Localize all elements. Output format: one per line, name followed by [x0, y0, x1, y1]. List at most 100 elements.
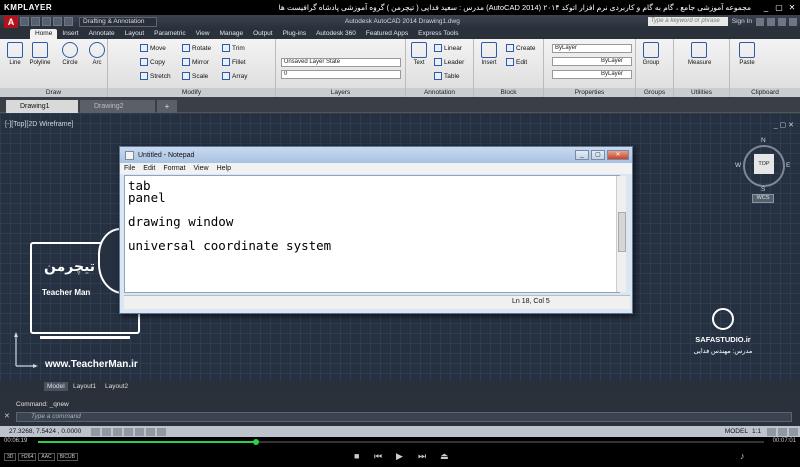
polyline-tool-button[interactable]: Polyline [29, 42, 51, 66]
seek-bar[interactable] [38, 439, 764, 445]
leader-button[interactable]: Leader [434, 57, 464, 67]
wcs-menu[interactable]: WCS [752, 194, 774, 203]
doc-tab-drawing2[interactable]: Drawing2 [80, 100, 155, 113]
tab-layout2[interactable]: Layout2 [102, 382, 131, 391]
menu-edit[interactable]: Edit [143, 165, 155, 172]
seek-handle[interactable] [252, 439, 259, 445]
tab-layout[interactable]: Layout [120, 29, 150, 39]
tab-output[interactable]: Output [248, 29, 278, 39]
scrollbar-thumb[interactable] [618, 212, 626, 252]
volume-icon[interactable]: ♪ [740, 451, 745, 461]
notepad-close-button[interactable]: ✕ [607, 150, 629, 160]
save-icon[interactable] [42, 17, 51, 26]
tab-autodesk-360[interactable]: Autodesk 360 [311, 29, 361, 39]
previous-icon[interactable]: ⏮ [374, 451, 382, 462]
layer-state-dropdown[interactable]: Unsaved Layer State [281, 58, 401, 67]
window-minimize-icon[interactable] [778, 17, 786, 26]
groups-panel-title[interactable]: Groups [636, 88, 673, 97]
viewport-controls[interactable]: [-][Top][2D Wireframe] [5, 121, 73, 128]
ortho-icon[interactable] [113, 427, 122, 436]
workspace-dropdown[interactable]: Drafting & Annotation [79, 16, 157, 27]
line-tool-button[interactable]: Line [4, 42, 26, 66]
eject-icon[interactable]: ⏏ [440, 451, 449, 462]
command-close-icon[interactable]: ✕ [4, 412, 10, 420]
trim-button[interactable]: Trim [222, 43, 245, 53]
tab-model[interactable]: Model [44, 382, 68, 391]
model-space-button[interactable]: MODEL [725, 428, 748, 435]
snap-icon[interactable] [91, 427, 100, 436]
block-panel-title[interactable]: Block [474, 88, 543, 97]
tab-view[interactable]: View [191, 29, 215, 39]
modify-panel-title[interactable]: Modify [108, 88, 275, 97]
notepad-maximize-button[interactable]: ▢ [591, 150, 605, 160]
tab-annotate[interactable]: Annotate [84, 29, 120, 39]
window-close-icon[interactable] [789, 17, 797, 26]
menu-file[interactable]: File [124, 165, 135, 172]
stop-icon[interactable]: ■ [354, 451, 359, 461]
drawing-window-controls[interactable]: _ ▢ ✕ [774, 121, 794, 129]
menu-help[interactable]: Help [217, 165, 231, 172]
move-button[interactable]: Move [140, 43, 166, 53]
lineweight-dropdown[interactable]: ByLayer [552, 70, 632, 79]
circle-tool-button[interactable]: Circle [59, 42, 81, 66]
clipboard-panel-title[interactable]: Clipboard [730, 88, 800, 97]
utilities-panel-title[interactable]: Utilities [674, 88, 729, 97]
insert-tool-button[interactable]: Insert [478, 42, 500, 66]
lock-icon[interactable] [778, 427, 787, 436]
arc-tool-button[interactable]: Arc [86, 42, 108, 66]
mirror-button[interactable]: Mirror [182, 57, 209, 67]
coordinates-readout[interactable]: 27.3268, 7.5424 , 0.0000 [9, 428, 91, 435]
tab-parametric[interactable]: Parametric [149, 29, 190, 39]
draw-panel-title[interactable]: Draw [0, 88, 107, 97]
fillet-button[interactable]: Fillet [222, 57, 246, 67]
linear-button[interactable]: Linear [434, 43, 462, 53]
menu-format[interactable]: Format [163, 165, 185, 172]
application-menu-button[interactable]: A [4, 15, 18, 28]
clean-screen-icon[interactable] [789, 427, 798, 436]
paste-tool-button[interactable]: Paste [736, 42, 758, 66]
player-minimize-button[interactable]: _ [761, 3, 771, 13]
tab-insert[interactable]: Insert [57, 29, 83, 39]
doc-tab-drawing1[interactable]: Drawing1 [6, 100, 78, 113]
player-maximize-button[interactable]: ▢ [774, 3, 784, 13]
exchange-icon[interactable] [756, 17, 764, 26]
command-input[interactable]: Type a command [16, 412, 792, 422]
tab-home[interactable]: Home [30, 29, 58, 39]
color-dropdown[interactable]: ByLayer [552, 44, 632, 53]
edit-block-button[interactable]: Edit [506, 57, 527, 67]
search-input[interactable]: Type a keyword or phrase [647, 17, 728, 26]
notepad-scrollbar[interactable] [616, 176, 626, 292]
notepad-title-bar[interactable]: Untitled - Notepad _ ▢ ✕ [120, 147, 632, 163]
measure-tool-button[interactable]: Measure [688, 42, 711, 66]
open-icon[interactable] [31, 17, 40, 26]
viewcube-top-face[interactable]: TOP [754, 154, 774, 174]
tab-express-tools[interactable]: Express Tools [413, 29, 463, 39]
layers-panel-title[interactable]: Layers [276, 88, 405, 97]
scale-button[interactable]: Scale [182, 71, 208, 81]
array-button[interactable]: Array [222, 71, 248, 81]
lineweight-icon[interactable] [157, 427, 166, 436]
new-icon[interactable] [20, 17, 29, 26]
group-tool-button[interactable]: Group [640, 42, 662, 66]
redo-icon[interactable] [64, 17, 73, 26]
layer-dropdown[interactable]: 0 [281, 70, 401, 79]
properties-panel-title[interactable]: Properties [544, 88, 635, 97]
polar-icon[interactable] [124, 427, 133, 436]
notepad-text-area[interactable]: tab panel drawing window universal coord… [124, 175, 620, 293]
text-tool-button[interactable]: Text [408, 42, 430, 66]
tab-manage[interactable]: Manage [215, 29, 249, 39]
copy-button[interactable]: Copy [140, 57, 165, 67]
osnap-icon[interactable] [135, 427, 144, 436]
next-icon[interactable]: ⏭ [418, 451, 426, 462]
tab-plug-ins[interactable]: Plug-ins [278, 29, 311, 39]
create-block-button[interactable]: Create [506, 43, 536, 53]
stretch-button[interactable]: Stretch [140, 71, 171, 81]
help-icon[interactable] [767, 17, 775, 26]
annotation-panel-title[interactable]: Annotation [406, 88, 473, 97]
workspace-switch-icon[interactable] [767, 427, 776, 436]
tab-featured-apps[interactable]: Featured Apps [361, 29, 413, 39]
sign-in-link[interactable]: Sign In [732, 18, 752, 25]
annotation-scale[interactable]: 1:1 [752, 428, 761, 435]
otrack-icon[interactable] [146, 427, 155, 436]
notepad-minimize-button[interactable]: _ [575, 150, 589, 160]
